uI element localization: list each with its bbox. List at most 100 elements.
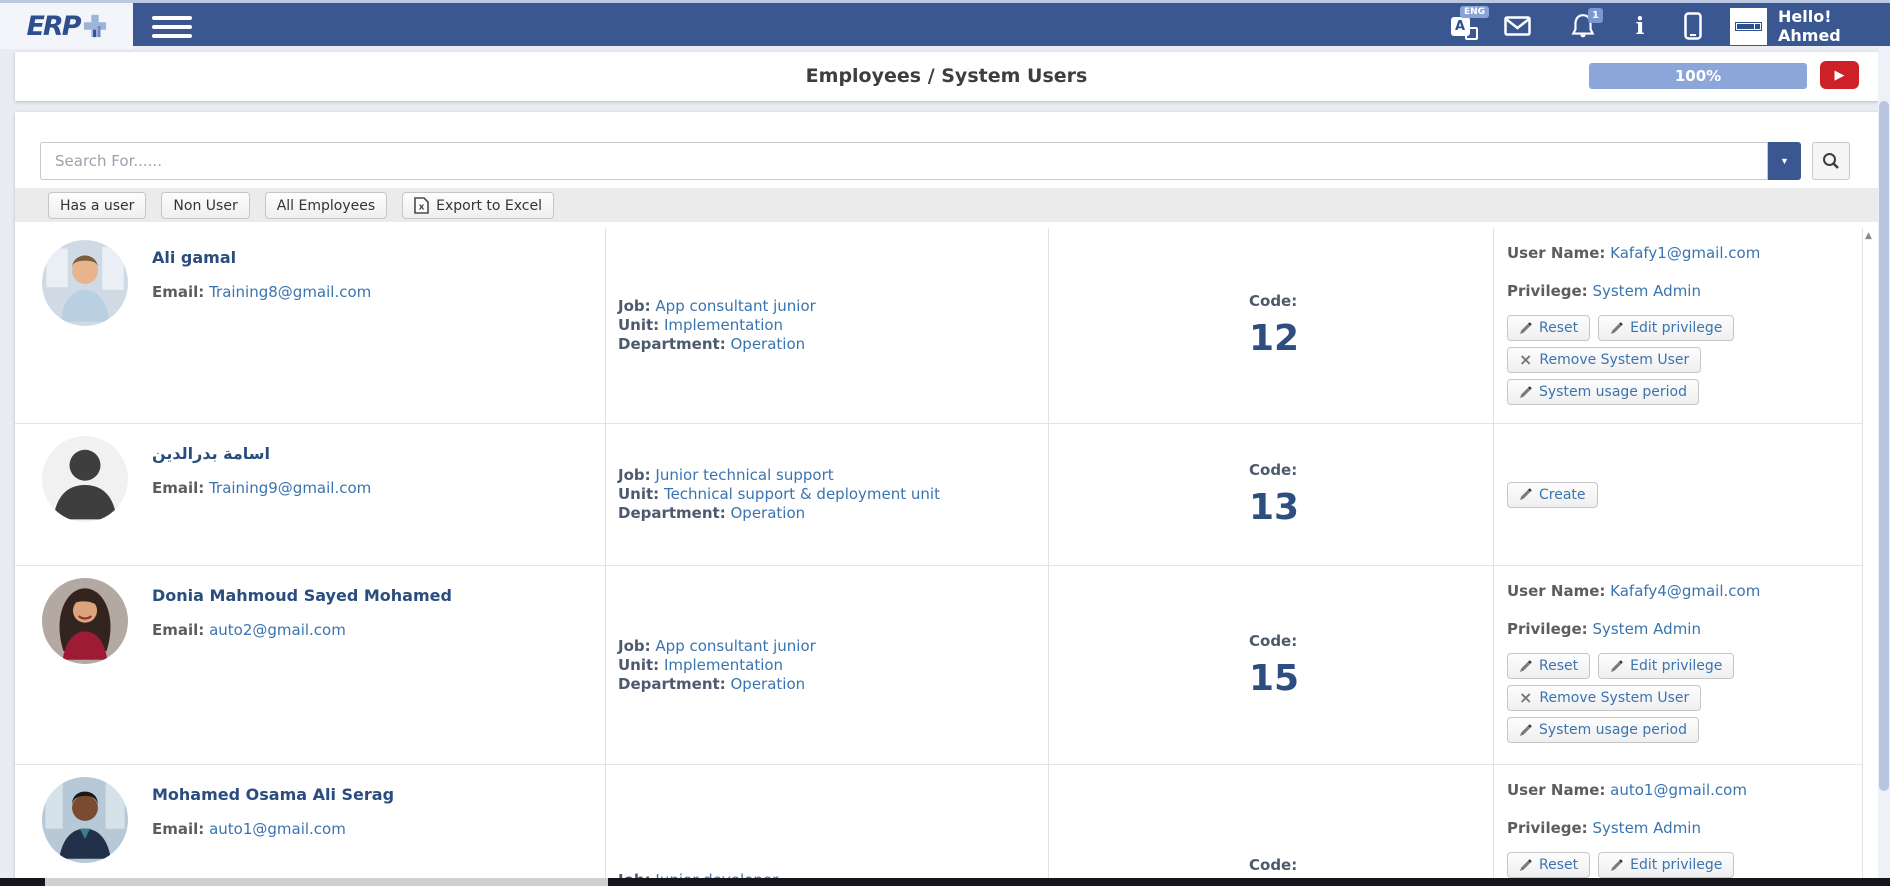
pencil-icon <box>1610 660 1623 673</box>
employee-email: auto1@gmail.com <box>209 820 346 838</box>
pencil-icon <box>1519 724 1532 737</box>
language-badge: ENG <box>1460 6 1489 18</box>
employee-department: Operation <box>730 675 805 693</box>
edit-privilege-button[interactable]: Edit privilege <box>1598 653 1734 679</box>
remove-system-user-button[interactable]: × Remove System User <box>1507 685 1701 711</box>
employee-department: Operation <box>730 335 805 353</box>
play-icon: ▶ <box>1835 67 1845 83</box>
create-user-button[interactable]: Create <box>1507 482 1598 508</box>
company-logo[interactable] <box>1730 8 1767 45</box>
excel-file-icon: x <box>414 197 429 214</box>
employee-job: Junior technical support <box>655 466 833 484</box>
reset-button[interactable]: Reset <box>1507 852 1590 878</box>
avatar <box>42 578 128 664</box>
search-input[interactable] <box>40 142 1768 180</box>
employee-name: Mohamed Osama Ali Serag <box>152 785 394 804</box>
pencil-icon <box>1519 322 1532 335</box>
export-to-excel-button[interactable]: x Export to Excel <box>402 192 554 219</box>
system-user-privilege: System Admin <box>1592 620 1701 638</box>
table-row: Mohamed Osama Ali Serag Email: auto1@gma… <box>15 765 1862 886</box>
avatar <box>42 240 128 326</box>
pencil-icon <box>1610 859 1623 872</box>
menu-hamburger-icon[interactable] <box>152 16 192 38</box>
app-logo[interactable]: ERP <box>0 3 133 49</box>
page-horizontal-scrollbar[interactable] <box>0 878 1890 886</box>
page-header: Employees / System Users 100% ▶ <box>15 52 1878 101</box>
avatar <box>42 777 128 863</box>
mail-icon[interactable] <box>1502 3 1532 49</box>
avatar-silhouette <box>42 436 128 522</box>
employee-unit: Technical support & deployment unit <box>664 485 940 503</box>
close-icon: × <box>1519 692 1532 704</box>
non-user-button[interactable]: Non User <box>161 192 249 219</box>
email-label: Email: <box>152 820 204 838</box>
chevron-down-icon: ▼ <box>1780 156 1789 166</box>
table-row: Ali gamal Email: Training8@gmail.com Job… <box>15 228 1862 424</box>
employee-code: 15 <box>1249 658 1493 699</box>
pencil-icon <box>1610 322 1623 335</box>
info-icon[interactable]: i <box>1630 3 1650 49</box>
system-user-privilege: System Admin <box>1592 819 1701 837</box>
remove-system-user-button[interactable]: × Remove System User <box>1507 347 1701 373</box>
search-button[interactable] <box>1812 142 1850 180</box>
user-panel: Create <box>1493 424 1862 565</box>
employee-email: Training9@gmail.com <box>209 479 371 497</box>
employee-department: Operation <box>730 504 805 522</box>
employee-code: 12 <box>1249 318 1493 359</box>
system-user-name: Kafafy1@gmail.com <box>1610 244 1760 262</box>
video-play-button[interactable]: ▶ <box>1820 61 1859 89</box>
system-usage-period-button[interactable]: System usage period <box>1507 379 1699 405</box>
user-panel: User Name: auto1@gmail.com Privilege: Sy… <box>1493 765 1862 886</box>
pencil-icon <box>1519 859 1532 872</box>
pencil-icon <box>1519 488 1532 501</box>
app-logo-text: ERP <box>26 11 79 42</box>
system-usage-period-button[interactable]: System usage period <box>1507 717 1699 743</box>
all-employees-button[interactable]: All Employees <box>265 192 387 219</box>
employee-email: auto2@gmail.com <box>209 621 346 639</box>
pencil-icon <box>1519 386 1532 399</box>
notification-badge: 1 <box>1588 8 1603 23</box>
scroll-up-arrow-icon[interactable]: ▲ <box>1865 231 1872 241</box>
list-scrollbar[interactable]: ▲ <box>1862 228 1878 886</box>
employee-code: 13 <box>1249 487 1493 528</box>
page-vertical-scrollbar[interactable] <box>1878 46 1890 886</box>
employee-name: Ali gamal <box>152 248 371 267</box>
user-panel: User Name: Kafafy1@gmail.com Privilege: … <box>1493 228 1862 423</box>
search-icon <box>1822 152 1840 170</box>
mobile-phone-icon[interactable] <box>1680 3 1706 49</box>
svg-text:x: x <box>419 203 425 213</box>
reset-button[interactable]: Reset <box>1507 653 1590 679</box>
table-row: Donia Mahmoud Sayed Mohamed Email: auto2… <box>15 566 1862 765</box>
edit-privilege-button[interactable]: Edit privilege <box>1598 315 1734 341</box>
reset-button[interactable]: Reset <box>1507 315 1590 341</box>
employee-list: Ali gamal Email: Training8@gmail.com Job… <box>15 228 1862 886</box>
email-label: Email: <box>152 283 204 301</box>
user-panel: User Name: Kafafy4@gmail.com Privilege: … <box>1493 566 1862 764</box>
email-label: Email: <box>152 621 204 639</box>
content-card: ▼ Has a user Non User All Employees x Ex… <box>15 112 1878 886</box>
employee-job: App consultant junior <box>655 297 815 315</box>
employee-unit: Implementation <box>664 316 783 334</box>
employee-job: App consultant junior <box>655 637 815 655</box>
top-navbar: ERP ENG A 1 i Hello! Ahmed <box>0 0 1890 46</box>
user-greeting[interactable]: Hello! Ahmed <box>1778 3 1890 49</box>
progress-value: 100% <box>1675 67 1721 85</box>
filter-toolbar: Has a user Non User All Employees x Expo… <box>15 188 1878 222</box>
pencil-icon <box>1519 660 1532 673</box>
scrollbar-thumb[interactable] <box>1879 101 1889 791</box>
employee-unit: Implementation <box>664 656 783 674</box>
system-user-name: Kafafy4@gmail.com <box>1610 582 1760 600</box>
employee-name: اسامة بدرالدين <box>152 444 371 463</box>
system-user-name: auto1@gmail.com <box>1610 781 1747 799</box>
edit-privilege-button[interactable]: Edit privilege <box>1598 852 1734 878</box>
email-label: Email: <box>152 479 204 497</box>
employee-name: Donia Mahmoud Sayed Mohamed <box>152 586 452 605</box>
scrollbar-thumb[interactable] <box>45 878 608 886</box>
search-dropdown-button[interactable]: ▼ <box>1768 142 1801 180</box>
system-user-privilege: System Admin <box>1592 282 1701 300</box>
app-logo-building-icon <box>83 13 107 39</box>
has-a-user-button[interactable]: Has a user <box>48 192 146 219</box>
close-icon: × <box>1519 354 1532 366</box>
table-row: اسامة بدرالدين Email: Training9@gmail.co… <box>15 424 1862 566</box>
progress-bar: 100% <box>1589 63 1807 89</box>
